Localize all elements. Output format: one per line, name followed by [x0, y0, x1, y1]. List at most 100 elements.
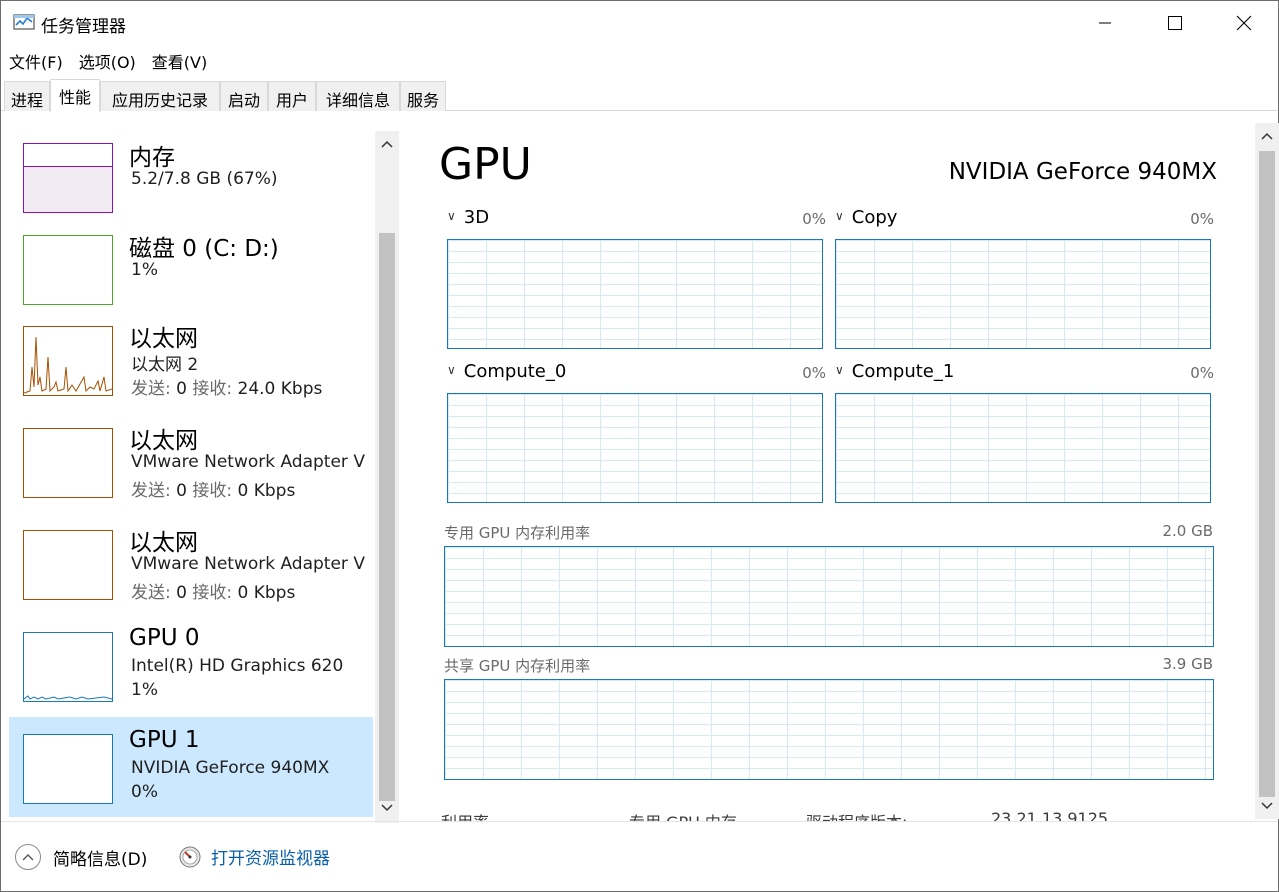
send-value: 0 — [176, 583, 187, 603]
menu-options[interactable]: 选项(O) — [71, 45, 144, 75]
maximize-button[interactable] — [1140, 1, 1210, 45]
memory-thumbnail — [23, 143, 113, 213]
tab-startup[interactable]: 启动 — [220, 81, 268, 111]
menu-view[interactable]: 查看(V) — [144, 45, 215, 75]
resource-item-gpu-0[interactable]: GPU 0 Intel(R) HD Graphics 620 1% — [9, 619, 373, 719]
fewer-details-label: 简略信息(D) — [53, 849, 148, 870]
chevron-down-icon: ∨ — [447, 209, 456, 223]
engine-percent: 0% — [1190, 210, 1214, 228]
ethernet-thumbnail — [23, 428, 113, 498]
scroll-down-icon[interactable] — [375, 795, 399, 821]
resource-item-memory[interactable]: 内存 5.2/7.8 GB (67%) — [9, 129, 373, 229]
resource-title: 内存 — [129, 145, 175, 171]
tab-app-history[interactable]: 应用历史记录 — [100, 81, 220, 111]
resource-detail: VMware Network Adapter V — [131, 554, 365, 574]
maximize-icon — [1168, 16, 1182, 30]
recv-label: 接收: — [192, 379, 233, 399]
resource-list: 内存 5.2/7.8 GB (67%) 磁盘 0 (C: D:) 1% 以太网 … — [1, 119, 401, 823]
open-resource-monitor-link[interactable]: 打开资源监视器 — [179, 844, 330, 869]
shared-memory-label: 共享 GPU 内存利用率 — [444, 657, 591, 675]
tab-performance[interactable]: 性能 — [50, 79, 100, 112]
resource-item-ethernet-vmware-2[interactable]: 以太网 VMware Network Adapter V 发送: 0 接收: 0… — [9, 517, 373, 617]
task-manager-icon — [13, 14, 35, 30]
menu-bar: 文件(F) 选项(O) 查看(V) — [1, 45, 1278, 75]
send-label: 发送: — [131, 379, 171, 399]
resource-detail: Intel(R) HD Graphics 620 — [131, 656, 344, 676]
scroll-up-icon[interactable] — [1255, 123, 1279, 149]
resource-detail: 5.2/7.8 GB (67%) — [131, 169, 278, 189]
resource-usage: 0% — [131, 782, 158, 802]
stat-utilization-label: 利用率 — [441, 809, 489, 821]
resource-detail: 1% — [131, 260, 158, 280]
recv-label: 接收: — [192, 583, 233, 603]
resource-item-ethernet-vmware-1[interactable]: 以太网 VMware Network Adapter V 发送: 0 接收: 0… — [9, 415, 373, 515]
footer: 简略信息(D) 打开资源监视器 — [1, 821, 1278, 892]
resource-detail: 以太网 2 — [131, 355, 199, 375]
engine-name: Compute_0 — [463, 361, 567, 382]
minimize-button[interactable] — [1070, 1, 1140, 45]
right-scrollbar-thumb[interactable] — [1259, 151, 1275, 797]
tab-details[interactable]: 详细信息 — [316, 81, 400, 111]
resource-detail: NVIDIA GeForce 940MX — [131, 758, 330, 778]
engine-percent: 0% — [802, 210, 826, 228]
engine-selector-compute-1[interactable]: ∨ Compute_1 — [835, 361, 954, 382]
gpu-detail-panel: GPU NVIDIA GeForce 940MX ∨ 3D 0% ∨ Copy 0%… — [401, 119, 1255, 821]
resource-item-gpu-1[interactable]: GPU 1 NVIDIA GeForce 940MX 0% — [9, 717, 373, 817]
engine-name: 3D — [463, 207, 490, 228]
resource-title: GPU 0 — [129, 625, 200, 651]
tab-users[interactable]: 用户 — [268, 81, 316, 111]
tab-bar: 进程 性能 应用历史记录 启动 用户 详细信息 服务 — [1, 79, 1278, 112]
gpu0-sparkline — [24, 695, 112, 700]
task-manager-window: 任务管理器 文件(F) 选项(O) 查看(V) 进程 性能 应用历史记录 启动 … — [0, 0, 1279, 892]
recv-value: 0 Kbps — [237, 481, 296, 501]
stat-driver-version-label: 驱动程序版本: — [806, 809, 907, 821]
send-label: 发送: — [131, 481, 171, 501]
engine-selector-compute-0[interactable]: ∨ Compute_0 — [447, 361, 566, 382]
window-title: 任务管理器 — [41, 17, 126, 37]
ethernet-sparkline — [24, 336, 112, 394]
engine-percent: 0% — [802, 364, 826, 382]
resource-item-disk[interactable]: 磁盘 0 (C: D:) 1% — [9, 219, 373, 319]
resource-title: 以太网 — [129, 428, 198, 454]
chevron-down-icon: ∨ — [835, 363, 844, 377]
engine-name: Compute_1 — [851, 361, 955, 382]
ethernet-thumbnail — [23, 530, 113, 600]
resource-title: 以太网 — [129, 530, 198, 556]
resource-detail: VMware Network Adapter V — [131, 452, 365, 472]
resource-title: 以太网 — [129, 326, 198, 352]
resource-title: 磁盘 0 (C: D:) — [129, 236, 279, 262]
graph-copy — [835, 239, 1211, 349]
tab-services[interactable]: 服务 — [400, 81, 446, 111]
stat-dedicated-memory-label: 专用 GPU 内存 — [629, 809, 737, 821]
send-value: 0 — [176, 379, 187, 399]
stat-driver-version-value: 23.21.13.9125 — [991, 809, 1109, 821]
dedicated-memory-label: 专用 GPU 内存利用率 — [444, 524, 591, 542]
resource-item-ethernet[interactable]: 以太网 以太网 2 发送: 0 接收: 24.0 Kbps — [9, 313, 373, 413]
gpu0-thumbnail — [23, 632, 113, 702]
scroll-up-icon[interactable] — [375, 131, 399, 157]
engine-name: Copy — [851, 207, 898, 228]
recv-value: 24.0 Kbps — [237, 379, 323, 399]
page-title: GPU — [439, 139, 532, 190]
minimize-icon — [1099, 22, 1111, 24]
right-scrollbar[interactable] — [1255, 123, 1279, 819]
menu-file[interactable]: 文件(F) — [1, 45, 71, 75]
tab-processes[interactable]: 进程 — [4, 81, 50, 111]
close-button[interactable] — [1209, 1, 1279, 45]
graph-compute-1 — [835, 393, 1211, 503]
engine-percent: 0% — [1190, 364, 1214, 382]
recv-value: 0 Kbps — [237, 583, 296, 603]
engine-selector-3d[interactable]: ∨ 3D — [447, 207, 489, 228]
graph-3d — [447, 239, 823, 349]
resource-throughput: 发送: 0 接收: 0 Kbps — [131, 476, 295, 501]
open-resource-monitor-label: 打开资源监视器 — [211, 849, 330, 869]
graph-compute-0 — [447, 393, 823, 503]
engine-selector-copy[interactable]: ∨ Copy — [835, 207, 897, 228]
fewer-details-button[interactable]: 简略信息(D) — [15, 844, 147, 870]
recv-label: 接收: — [192, 481, 233, 501]
chevron-down-icon: ∨ — [835, 209, 844, 223]
left-scrollbar-thumb[interactable] — [379, 233, 395, 801]
left-scrollbar[interactable] — [375, 131, 399, 823]
resource-monitor-icon — [179, 846, 201, 867]
scroll-down-icon[interactable] — [1255, 793, 1279, 819]
